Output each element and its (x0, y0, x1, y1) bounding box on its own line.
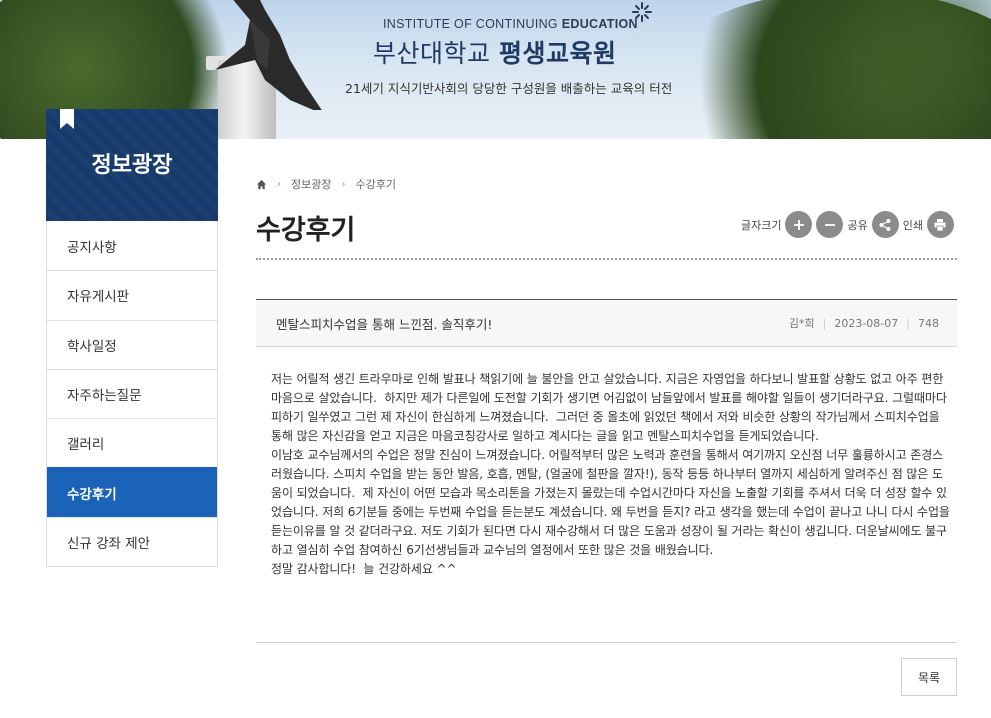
sidebar-menu: 공지사항 자유게시판 학사일정 자주하는질문 갤러리 수강후기 신규 강좌 제안 (46, 221, 218, 568)
font-size-label: 글자크기 (741, 218, 782, 232)
post-body: 저는 어릴적 생긴 트라우마로 인해 발표나 책읽기에 늘 불안을 안고 살았습… (271, 372, 950, 576)
title-divider (256, 258, 957, 260)
breadcrumb-separator: › (341, 178, 346, 190)
post-date: 2023-08-07 (834, 316, 899, 330)
site-title[interactable]: 부산대학교 평생교육원 (373, 34, 616, 70)
list-button[interactable]: 목록 (901, 658, 957, 696)
sidebar-item-schedule[interactable]: 학사일정 (47, 319, 217, 369)
share-label: 공유 (847, 218, 868, 232)
plus-icon (793, 219, 804, 230)
post-header: 멘탈스피치수업을 통해 느낀점. 솔직후기! 김*희 | 2023-08-07 … (256, 299, 957, 347)
printer-icon (934, 218, 946, 231)
institute-subtitle: INSTITUTE OF CONTINUING EDUCATION (383, 17, 638, 31)
meta-separator: | (906, 316, 910, 330)
font-decrease-button[interactable] (816, 211, 844, 238)
minus-icon (824, 223, 835, 226)
sidebar-item-free-board[interactable]: 자유게시판 (47, 270, 217, 320)
breadcrumb-separator: › (277, 178, 281, 190)
sidebar-item-gallery[interactable]: 갤러리 (47, 418, 217, 468)
post-views: 748 (918, 316, 939, 330)
sidebar-item-reviews[interactable]: 수강후기 (47, 467, 217, 517)
font-increase-button[interactable] (785, 211, 813, 238)
sidebar-item-course-proposal[interactable]: 신규 강좌 제안 (47, 516, 217, 567)
sidebar-title: 정보광장 (91, 153, 173, 178)
share-icon (879, 218, 891, 231)
share-button[interactable] (871, 211, 899, 238)
sidebar-item-notice[interactable]: 공지사항 (47, 221, 217, 271)
post-title: 멘탈스피치수업을 통해 느낀점. 솔직후기! (276, 316, 493, 332)
sidebar-item-faq[interactable]: 자주하는질문 (47, 368, 217, 419)
eagle-statue-icon (215, 0, 322, 110)
bookmark-icon (60, 109, 74, 129)
sidebar-header: 정보광장 (46, 109, 218, 221)
breadcrumb-item[interactable]: 수강후기 (355, 176, 395, 192)
post-author: 김*희 (788, 317, 815, 330)
breadcrumb: › 정보광장 › 수강후기 (256, 176, 396, 192)
print-button[interactable] (926, 211, 954, 238)
post-meta: 김*희 | 2023-08-07 | 748 (789, 315, 939, 331)
meta-separator: | (822, 316, 827, 330)
print-label: 인쇄 (902, 218, 923, 232)
sparkle-icon (632, 2, 652, 22)
site-slogan: 21세기 지식기반사회의 당당한 구성원을 배출하는 교육의 터전 (345, 81, 673, 96)
page-title: 수강후기 (256, 215, 356, 246)
page-tools: 글자크기 공유 인쇄 (741, 211, 954, 238)
home-icon[interactable] (256, 179, 267, 190)
breadcrumb-item[interactable]: 정보광장 (291, 176, 331, 192)
post-bottom-divider (256, 642, 957, 643)
